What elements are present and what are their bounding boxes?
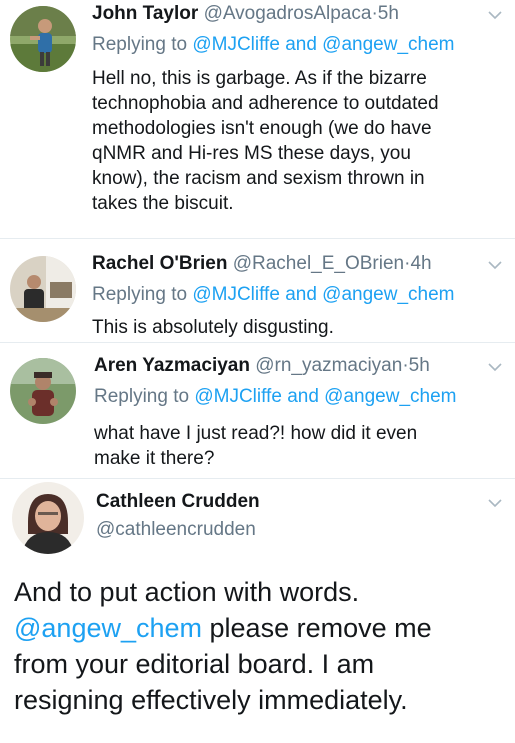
replying-and: and — [285, 284, 317, 305]
author-name[interactable]: Aren Yazmaciyan — [94, 355, 250, 376]
divider — [0, 478, 515, 479]
timestamp[interactable]: 4h — [410, 253, 431, 274]
avatar-photo-icon — [12, 482, 84, 554]
tweet-text: Hell no, this is garbage. As if the biza… — [92, 68, 439, 214]
avatar[interactable] — [10, 256, 76, 322]
tweet-text-fragment: please remove me — [202, 613, 432, 643]
chevron-down-icon[interactable] — [488, 362, 502, 372]
chevron-down-icon[interactable] — [488, 10, 502, 20]
mention-link[interactable]: @MJCliffe — [192, 34, 280, 55]
main-tweet-text: And to put action with words. @angew_che… — [14, 574, 509, 718]
author-handle[interactable]: @Rachel_E_OBrien — [233, 253, 404, 274]
avatar-photo-icon — [10, 6, 76, 72]
replying-prefix: Replying to — [94, 386, 190, 407]
tweet-text-line: resigning effectively immediately. — [14, 685, 408, 715]
author-name[interactable]: Rachel O'Brien — [92, 253, 227, 274]
tweet-text: what have I just read?! how did it even … — [94, 423, 418, 469]
divider — [0, 342, 515, 343]
replying-and: and — [287, 386, 319, 407]
mention-link[interactable]: @angew_chem — [14, 613, 202, 643]
tweet-text-line: @angew_chem please remove me — [14, 610, 509, 646]
mention-link[interactable]: @MJCliffe — [192, 284, 280, 305]
chevron-down-icon[interactable] — [488, 498, 502, 508]
replying-to: Replying to @MJCliffe and @angew_chem — [92, 283, 454, 307]
author-handle[interactable]: @rn_yazmaciyan — [255, 355, 402, 376]
chevron-down-icon[interactable] — [488, 260, 502, 270]
mention-link[interactable]: @angew_chem — [324, 386, 456, 407]
tweet-text: This is absolutely disgusting. — [92, 317, 334, 338]
mention-link[interactable]: @MJCliffe — [194, 386, 282, 407]
avatar[interactable] — [10, 6, 76, 72]
avatar-photo-icon — [10, 256, 76, 322]
author-handle[interactable]: @cathleencrudden — [96, 518, 256, 542]
timestamp[interactable]: 5h — [378, 3, 399, 24]
tweet-text-line: from your editorial board. I am — [14, 649, 375, 679]
author-name[interactable]: John Taylor — [92, 3, 198, 24]
avatar[interactable] — [12, 482, 84, 554]
author-handle[interactable]: @AvogadrosAlpaca — [204, 3, 372, 24]
replying-prefix: Replying to — [92, 284, 188, 305]
mention-link[interactable]: @angew_chem — [322, 284, 454, 305]
author-name[interactable]: Cathleen Crudden — [96, 491, 260, 512]
tweet-text-line: And to put action with words. — [14, 577, 360, 607]
avatar-photo-icon — [10, 358, 76, 424]
replying-to: Replying to @MJCliffe and @angew_chem — [92, 33, 454, 57]
mention-link[interactable]: @angew_chem — [322, 34, 454, 55]
timestamp[interactable]: 5h — [409, 355, 430, 376]
divider — [0, 238, 515, 239]
replying-and: and — [285, 34, 317, 55]
replying-prefix: Replying to — [92, 34, 188, 55]
replying-to: Replying to @MJCliffe and @angew_chem — [94, 385, 456, 409]
avatar[interactable] — [10, 358, 76, 424]
